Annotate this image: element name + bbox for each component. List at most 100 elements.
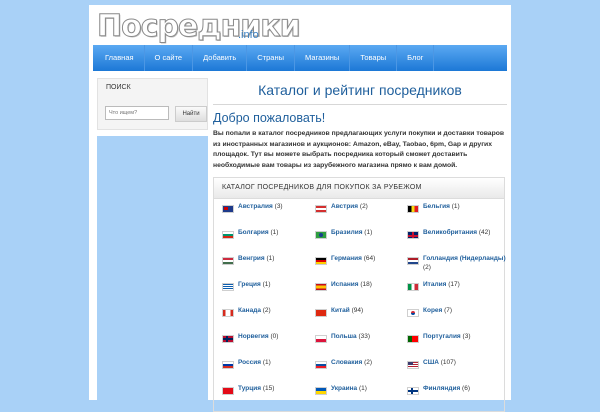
country-name: Португалия <box>423 333 461 340</box>
welcome-heading: Добро пожаловать! <box>213 111 326 125</box>
nav-item[interactable]: Главная <box>93 45 145 71</box>
cn-flag-icon <box>315 309 327 317</box>
country-link[interactable]: Словакия (2) <box>315 359 407 385</box>
country-link[interactable]: Бельгия (1) <box>407 203 507 229</box>
country-link[interactable]: Испания (18) <box>315 281 407 307</box>
country-count: (2) <box>423 263 431 271</box>
country-link[interactable]: Австрия (2) <box>315 203 407 229</box>
country-name: Бельгия <box>423 203 450 210</box>
country-link[interactable]: Бразилия (1) <box>315 229 407 255</box>
country-link[interactable]: Португалия (3) <box>407 333 507 359</box>
country-label: Бельгия (1) <box>423 203 460 212</box>
country-name: Бразилия <box>331 229 363 236</box>
nav-item[interactable]: Магазины <box>295 45 351 71</box>
country-link[interactable]: Китай (94) <box>315 307 407 333</box>
tr-flag-icon <box>222 387 234 395</box>
country-name: Канада <box>238 307 261 314</box>
country-label: Польша (33) <box>331 333 370 342</box>
it-flag-icon <box>407 283 419 291</box>
country-label: Норвегия (0) <box>238 333 278 342</box>
country-link[interactable]: Польша (33) <box>315 333 407 359</box>
country-name: Австрия <box>331 203 359 210</box>
logo-suffix: .info <box>238 29 259 41</box>
pl-flag-icon <box>315 335 327 343</box>
no-flag-icon <box>222 335 234 343</box>
nav-item[interactable]: Страны <box>247 45 295 71</box>
country-count: (2) <box>359 203 368 210</box>
country-count: (3) <box>274 203 283 210</box>
search-button[interactable]: Найти <box>175 106 207 122</box>
country-name: Корея <box>423 307 443 314</box>
au-flag-icon <box>222 205 234 213</box>
page-container: Посредники .info Главная О сайте Добавить С… <box>89 5 511 412</box>
country-link[interactable]: Финляндия (6) <box>407 385 507 411</box>
country-label: Финляндия (6) <box>423 385 470 394</box>
country-link[interactable]: Россия (1) <box>222 359 315 385</box>
country-link[interactable]: Норвегия (0) <box>222 333 315 359</box>
main-nav: Главная О сайте Добавить Страны Магазины Това… <box>93 45 507 71</box>
country-link[interactable]: США (107) <box>407 359 507 385</box>
country-count: (107) <box>440 359 456 366</box>
country-name: Голландия (Нидерланды) <box>423 255 506 262</box>
country-link[interactable]: Болгария (1) <box>222 229 315 255</box>
country-link[interactable]: Германия (64) <box>315 255 407 281</box>
kr-flag-icon <box>407 309 419 317</box>
country-name: Китай <box>331 307 350 314</box>
main-content: Каталог и рейтинг посредников Добро пожа… <box>213 78 507 412</box>
country-count: (6) <box>462 385 470 392</box>
country-label: Китай (94) <box>331 307 363 316</box>
country-name: Норвегия <box>238 333 269 340</box>
br-flag-icon <box>315 231 327 239</box>
country-label: Австралия (3) <box>238 203 283 212</box>
nav-item[interactable]: Добавить <box>193 45 248 71</box>
country-count: (1) <box>451 203 460 210</box>
country-link[interactable]: Голландия (Нидерланды) (2) <box>407 255 507 281</box>
country-name: Словакия <box>331 359 363 366</box>
nav-item[interactable]: Блог <box>397 45 435 71</box>
country-link[interactable]: Турция (15) <box>222 385 315 411</box>
country-label: Германия (64) <box>331 255 375 264</box>
country-count: (64) <box>363 255 376 262</box>
country-label: Голландия (Нидерланды) (2) <box>423 255 507 272</box>
country-count: (1) <box>270 229 279 236</box>
country-link[interactable]: Греция (1) <box>222 281 315 307</box>
country-label: Канада (2) <box>238 307 271 316</box>
country-link[interactable]: Канада (2) <box>222 307 315 333</box>
country-grid: Австралия (3) Австрия (2) Бельгия (1) Болга… <box>214 199 507 411</box>
country-catalog: Каталог посредников для покупок за рубеж… <box>213 177 507 412</box>
country-link[interactable]: Австралия (3) <box>222 203 315 229</box>
country-count: (94) <box>351 307 364 314</box>
gr-flag-icon <box>222 283 234 291</box>
country-label: Венгрия (1) <box>238 255 274 264</box>
ru-flag-icon <box>222 361 234 369</box>
us-flag-icon <box>407 361 419 369</box>
fi-flag-icon <box>407 387 419 395</box>
country-count: (3) <box>462 333 471 340</box>
country-name: США <box>423 359 439 366</box>
country-link[interactable]: Венгрия (1) <box>222 255 315 281</box>
nav-item[interactable]: О сайте <box>145 45 194 71</box>
de-flag-icon <box>315 257 327 265</box>
country-count: (17) <box>448 281 460 288</box>
country-name: Австралия <box>238 203 273 210</box>
sk-flag-icon <box>315 361 327 369</box>
country-label: Австрия (2) <box>331 203 368 212</box>
country-link[interactable]: Италия (17) <box>407 281 507 307</box>
country-count: (1) <box>358 385 367 392</box>
country-link[interactable]: Украина (1) <box>315 385 407 411</box>
nav-item[interactable]: Товары <box>350 45 398 71</box>
page-title: Каталог и рейтинг посредников <box>258 82 462 98</box>
country-label: Греция (1) <box>238 281 271 290</box>
country-label: Бразилия (1) <box>331 229 372 238</box>
country-count: (33) <box>358 333 371 340</box>
country-name: Италия <box>423 281 447 288</box>
country-link[interactable]: Великобритания (42) <box>407 229 507 255</box>
ua-flag-icon <box>315 387 327 395</box>
hu-flag-icon <box>222 257 234 265</box>
country-link[interactable]: Корея (7) <box>407 307 507 333</box>
search-input[interactable] <box>105 106 169 120</box>
be-flag-icon <box>407 205 419 213</box>
country-name: Болгария <box>238 229 269 236</box>
country-count: (1) <box>262 359 271 366</box>
country-count: (7) <box>444 307 453 314</box>
